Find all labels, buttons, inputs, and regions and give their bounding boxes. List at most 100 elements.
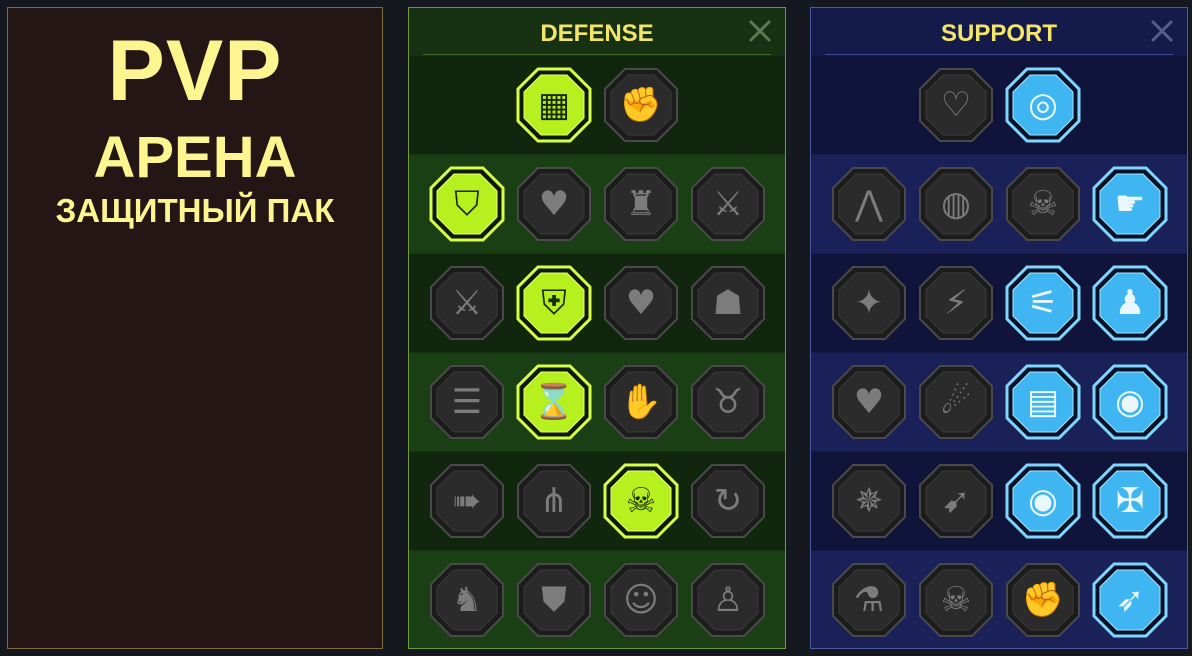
talent-crowd[interactable]: ☰	[429, 364, 505, 440]
hooded-figure-icon: ☗	[712, 283, 744, 323]
talent-sparkle-figure[interactable]: ✦	[831, 265, 907, 341]
talent-eagle-head[interactable]: ➶	[1092, 562, 1168, 638]
stacked-plates-icon: ▦	[537, 85, 571, 125]
talent-hooded-figure[interactable]: ☗	[690, 265, 766, 341]
radiant-skull-icon: ☠	[625, 481, 657, 521]
talent-crossed-blades[interactable]: ⚔	[690, 166, 766, 242]
talent-claw-marks[interactable]: ⋔	[516, 463, 592, 539]
talent-cracked-ground[interactable]: ⚟	[1005, 265, 1081, 341]
talent-raised-fist[interactable]: ✊	[603, 67, 679, 143]
horned-skull-icon: ☠	[940, 580, 972, 620]
talent-potion-flask[interactable]: ⚗	[831, 562, 907, 638]
talent-knight-shield[interactable]: ⛨	[516, 265, 592, 341]
support-talent-row: ✵ ➹ ◉ ✠	[811, 452, 1187, 550]
talent-open-palm[interactable]: ✋	[603, 364, 679, 440]
healing-hand-icon: ☛	[1114, 184, 1146, 224]
talent-chained-heart[interactable]: ♥	[831, 364, 907, 440]
talent-target-burst[interactable]: ◎	[1005, 67, 1081, 143]
eagle-head-icon: ➶	[1115, 580, 1145, 620]
defense-talent-row: ⚔ ⛨ ♥ ☗	[409, 254, 785, 352]
talent-angry-eyes[interactable]: ◉	[1092, 364, 1168, 440]
bull-head-icon: ♉	[712, 382, 744, 422]
defense-talent-row: ☰ ⌛ ✋ ♉	[409, 353, 785, 451]
comet-icon: ☄	[940, 382, 972, 422]
close-icon[interactable]	[1149, 18, 1175, 44]
talent-heart[interactable]: ♥	[603, 265, 679, 341]
armored-warrior-icon: ♞	[451, 580, 483, 620]
talent-muscular-figure[interactable]: ♙	[690, 562, 766, 638]
shield-chevrons-icon: ⛉	[454, 184, 480, 224]
talent-compass-star[interactable]: ✵	[831, 463, 907, 539]
talent-afterimage-figure[interactable]: ♟	[1092, 265, 1168, 341]
heart-icon: ♥	[625, 283, 657, 323]
talent-stacked-plates[interactable]: ▦	[516, 67, 592, 143]
raised-fist-icon: ✊	[619, 85, 663, 125]
close-icon[interactable]	[747, 18, 773, 44]
talent-duelists[interactable]: ⚔	[429, 265, 505, 341]
target-burst-icon: ◎	[1028, 85, 1058, 125]
talent-running-boot[interactable]: ➹	[918, 463, 994, 539]
cracked-ground-icon: ⚟	[1027, 283, 1059, 323]
talent-shield-chevrons[interactable]: ⛉	[429, 166, 505, 242]
talent-stone-golem[interactable]: ♜	[603, 166, 679, 242]
voodoo-doll-icon: ✠	[1115, 481, 1145, 521]
talent-horned-skull[interactable]: ☠	[918, 562, 994, 638]
stone-golem-icon: ♜	[625, 184, 657, 224]
defense-header: DEFENSE	[540, 20, 654, 47]
talent-dashing-figure[interactable]: ➠	[429, 463, 505, 539]
talent-hourglass-skull[interactable]: ⌛	[516, 364, 592, 440]
bearded-face-icon: ☺	[623, 580, 659, 620]
defense-talent-row: ♞ ⛊ ☺ ♙	[409, 551, 785, 648]
defense-talent-panel: DEFENSE ▦ ✊ ⛉ ♥ ♜ ⚔ ⚔ ⛨ ♥ ☗ ☰ ⌛ ✋ ♉ ➠ ⋔ ☠ ↻ ♞ ⛊ ☺ ♙	[408, 7, 786, 649]
header-divider	[825, 54, 1173, 55]
fist-smash-icon: ✊	[1021, 580, 1065, 620]
support-talent-row: ♥ ☄ ▤ ◉	[811, 353, 1187, 451]
title-panel: PVP АРЕНА ЗАЩИТНЫЙ ПАК	[7, 7, 383, 649]
defense-talent-row: ⛉ ♥ ♜ ⚔	[409, 155, 785, 253]
talent-smoking-skull[interactable]: ☠	[1005, 166, 1081, 242]
heart-plus-icon: ♡	[940, 85, 972, 125]
running-boot-icon: ➹	[941, 481, 971, 521]
compass-star-icon: ✵	[854, 481, 884, 521]
talent-open-book[interactable]: ▤	[1005, 364, 1081, 440]
talent-fist-smash[interactable]: ✊	[1005, 562, 1081, 638]
hourglass-skull-icon: ⌛	[532, 382, 576, 422]
anatomical-heart-icon: ♥	[538, 184, 570, 224]
open-palm-icon: ✋	[619, 382, 663, 422]
talent-bearded-face[interactable]: ☺	[603, 562, 679, 638]
support-talent-row: ♡ ◎	[811, 56, 1187, 154]
dashing-figure-icon: ➠	[452, 481, 482, 521]
talent-heart-plus[interactable]: ♡	[918, 67, 994, 143]
talent-bull-head[interactable]: ♉	[690, 364, 766, 440]
talent-lightning-bolt[interactable]: ⚡	[918, 265, 994, 341]
claw-marks-icon: ⋔	[539, 481, 569, 521]
talent-aura-shield[interactable]: ◍	[918, 166, 994, 242]
defense-talent-row: ▦ ✊	[409, 56, 785, 154]
angry-eyes-icon: ◉	[1115, 382, 1145, 422]
duelists-icon: ⚔	[451, 283, 483, 323]
header-divider	[423, 54, 771, 55]
talent-praying-hands[interactable]: ⋀	[831, 166, 907, 242]
talent-healing-hand[interactable]: ☛	[1092, 166, 1168, 242]
sparkle-figure-icon: ✦	[854, 283, 884, 323]
talent-anatomical-heart[interactable]: ♥	[516, 166, 592, 242]
talent-radiant-skull[interactable]: ☠	[603, 463, 679, 539]
talent-all-seeing-eye[interactable]: ◉	[1005, 463, 1081, 539]
talent-hand-swirl[interactable]: ↻	[690, 463, 766, 539]
talent-voodoo-doll[interactable]: ✠	[1092, 463, 1168, 539]
support-talent-row: ⋀ ◍ ☠ ☛	[811, 155, 1187, 253]
crowd-icon: ☰	[451, 382, 483, 422]
winged-shield-icon: ⛊	[541, 580, 567, 620]
title-defense-pack: ЗАЩИТНЫЙ ПАК	[55, 192, 335, 229]
support-header: SUPPORT	[940, 20, 1057, 47]
talent-armored-warrior[interactable]: ♞	[429, 562, 505, 638]
open-book-icon: ▤	[1026, 382, 1060, 422]
talent-comet[interactable]: ☄	[918, 364, 994, 440]
chained-heart-icon: ♥	[853, 382, 885, 422]
title-pvp: PVP	[107, 23, 283, 119]
support-talent-row: ⚗ ☠ ✊ ➶	[811, 551, 1187, 648]
smoking-skull-icon: ☠	[1027, 184, 1059, 224]
crossed-blades-icon: ⚔	[712, 184, 744, 224]
aura-shield-icon: ◍	[941, 184, 971, 224]
talent-winged-shield[interactable]: ⛊	[516, 562, 592, 638]
